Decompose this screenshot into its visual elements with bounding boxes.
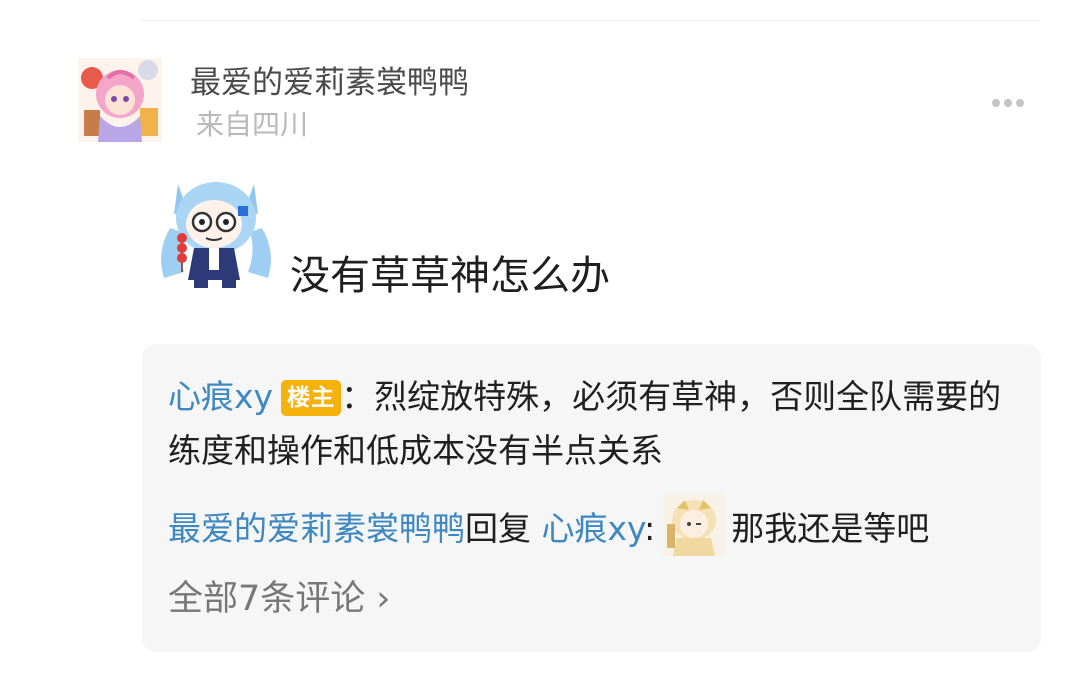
op-badge: 楼主	[281, 380, 342, 416]
comment-2-text: 那我还是等吧	[731, 509, 930, 548]
reply-sticker	[663, 494, 726, 556]
comment-1: 心痕xy 楼主 ：烈绽放特殊，必须有草神，否则全队需要的练度和操作和低成本没有半点关…	[168, 370, 1018, 478]
view-all-comments-link[interactable]: 全部7条评论 ›	[168, 574, 390, 624]
chevron-right-icon: ›	[376, 579, 391, 619]
top-divider	[142, 20, 1040, 21]
comment-1-separator: ：	[341, 377, 375, 416]
more-horizontal-icon	[992, 99, 1024, 107]
author-location: 来自四川	[196, 108, 309, 141]
more-options-button[interactable]	[986, 88, 1030, 118]
comment-1-author[interactable]: 心痕xy	[168, 377, 273, 416]
post-content: 没有草草神怎么办	[290, 253, 610, 299]
reply-sticker-image	[663, 494, 726, 556]
author-avatar[interactable]	[78, 58, 162, 142]
comment-2-reply-word: 回复	[465, 509, 531, 548]
comment-2-reply-target[interactable]: 心痕xy	[542, 509, 645, 548]
sticker-image	[161, 182, 271, 288]
post-sticker	[154, 168, 278, 292]
comment-2-author[interactable]: 最爱的爱莉素裳鸭鸭	[168, 509, 465, 548]
comment-2-separator: :	[644, 509, 656, 548]
comment-2: 最爱的爱莉素裳鸭鸭回复 心痕xy: 那我还是等吧	[168, 494, 1028, 556]
all-comments-label: 全部7条评论	[168, 579, 366, 619]
author-name[interactable]: 最爱的爱莉素裳鸭鸭	[190, 62, 469, 104]
comment-preview-box[interactable]: 心痕xy 楼主 ：烈绽放特殊，必须有草神，否则全队需要的练度和操作和低成本没有半点关…	[142, 344, 1041, 652]
avatar-image	[78, 58, 162, 142]
